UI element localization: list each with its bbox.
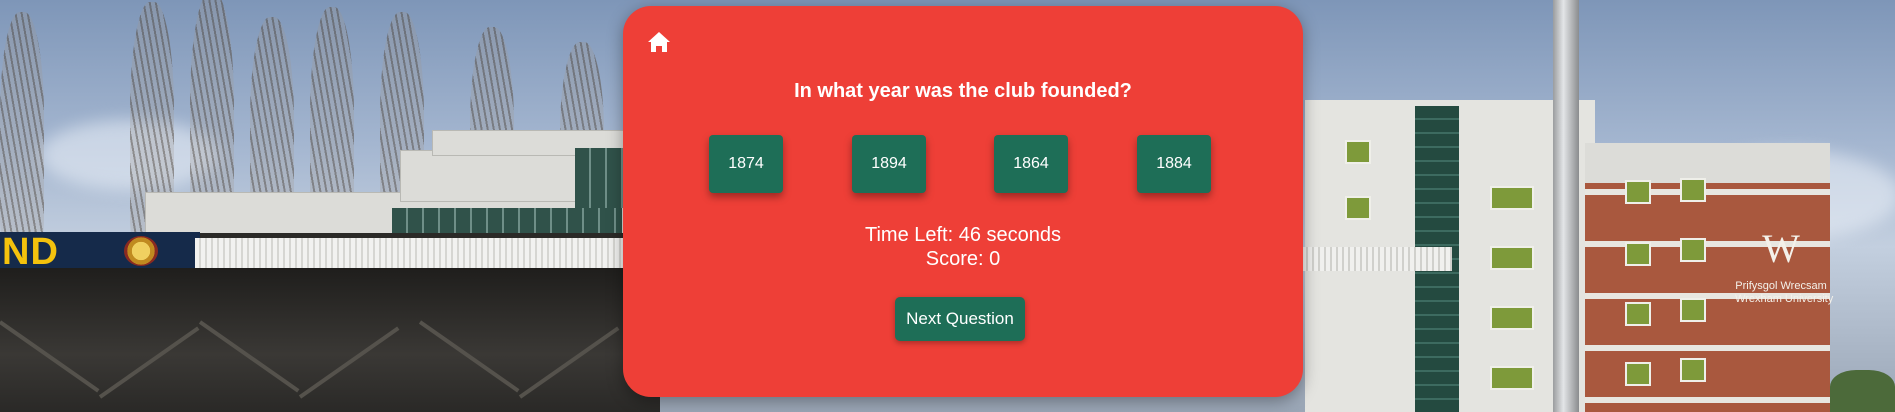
building-sign: W Prifysgol Wrecsam Wrexham University bbox=[1735, 226, 1834, 306]
time-left-text: Time Left: 46 seconds bbox=[864, 224, 1062, 246]
window bbox=[1345, 140, 1371, 164]
window bbox=[1490, 186, 1534, 210]
stand-fascia bbox=[195, 238, 645, 268]
window bbox=[1680, 178, 1706, 202]
question-text: In what year was the club founded? bbox=[794, 80, 1132, 102]
window bbox=[1625, 362, 1651, 386]
window bbox=[1680, 298, 1706, 322]
hedge bbox=[1830, 370, 1895, 412]
building-sign-line1: Prifysgol Wrecsam bbox=[1735, 280, 1827, 292]
answer-options: 1874 1894 1864 1884 bbox=[623, 135, 1303, 195]
window bbox=[1625, 302, 1651, 326]
answer-option-3[interactable]: 1864 bbox=[994, 135, 1068, 193]
glass-facade bbox=[575, 148, 625, 208]
window bbox=[1490, 246, 1534, 270]
answer-option-1[interactable]: 1874 bbox=[709, 135, 783, 193]
club-crest bbox=[124, 236, 158, 266]
answer-option-2[interactable]: 1894 bbox=[852, 135, 926, 193]
window bbox=[1680, 238, 1706, 262]
quiz-card: In what year was the club founded? 1874 … bbox=[623, 6, 1303, 397]
window bbox=[1625, 180, 1651, 204]
window bbox=[1625, 242, 1651, 266]
home-icon bbox=[648, 32, 670, 52]
stand-roof-right bbox=[1290, 247, 1452, 271]
building-sign-line2: Wrexham University bbox=[1735, 293, 1834, 305]
stand-interior bbox=[0, 268, 660, 412]
glass-facade bbox=[392, 208, 622, 236]
floodlight-pole bbox=[1553, 0, 1579, 412]
window bbox=[1490, 306, 1534, 330]
answer-option-4[interactable]: 1884 bbox=[1137, 135, 1211, 193]
next-question-button[interactable]: Next Question bbox=[895, 297, 1025, 341]
window bbox=[1490, 366, 1534, 390]
window bbox=[1680, 358, 1706, 382]
home-button[interactable] bbox=[645, 28, 673, 56]
building-sign-letter: W bbox=[1762, 226, 1800, 271]
score-text: Score: 0 bbox=[925, 248, 1001, 270]
tree bbox=[0, 12, 44, 242]
window bbox=[1345, 196, 1371, 220]
brick-building-top bbox=[1585, 143, 1830, 183]
